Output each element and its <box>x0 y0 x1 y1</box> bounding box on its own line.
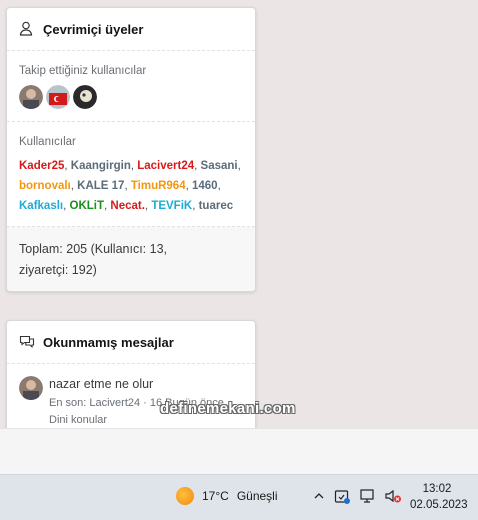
clock-time: 13:02 <box>422 483 452 495</box>
network-icon[interactable] <box>359 488 375 507</box>
security-icon[interactable] <box>334 488 350 507</box>
avatar[interactable] <box>73 85 97 109</box>
separator: , <box>217 180 221 192</box>
chevron-up-icon[interactable] <box>313 490 325 505</box>
users-section: Kullanıcılar Kader25, Kaangirgin, Lacive… <box>7 122 255 227</box>
unread-messages-title: Okunmamış mesajlar <box>43 334 174 350</box>
unread-messages-header: Okunmamış mesajlar <box>7 321 255 364</box>
user-link[interactable]: tuarec <box>199 200 234 212</box>
chat-icon <box>19 334 35 350</box>
user-link[interactable]: bornovalı <box>19 180 71 192</box>
thread-title[interactable]: nazar etme ne olur <box>49 377 224 391</box>
temperature: 17°C <box>202 489 229 503</box>
avatar[interactable] <box>46 85 70 109</box>
followed-users-section: Takip ettiğiniz kullanıcılar <box>7 51 255 122</box>
online-members-card: Çevrimiçi üyeler Takip ettiğiniz kullanı… <box>6 7 256 292</box>
watermark: definemekani.com <box>160 400 296 417</box>
user-link[interactable]: KALE 17 <box>77 180 124 192</box>
online-users-list: Kader25, Kaangirgin, Lacivert24, Sasani,… <box>19 156 243 216</box>
user-icon <box>19 21 35 37</box>
clock-date: 02.05.2023 <box>410 499 468 511</box>
sun-icon <box>176 487 194 505</box>
taskbar: 17°C Güneşli 13:02 02.05.2023 <box>0 474 478 520</box>
online-total-line1: Toplam: 205 (Kullanıcı: 13, <box>19 242 167 256</box>
avatar[interactable] <box>19 85 43 109</box>
user-link[interactable]: Kafkaslı <box>19 200 63 212</box>
user-link[interactable]: Kaangirgin <box>71 160 131 172</box>
user-link[interactable]: TimuR964 <box>131 180 186 192</box>
user-link[interactable]: OKLiT <box>70 200 105 212</box>
weather-condition: Güneşli <box>236 489 278 503</box>
user-link[interactable]: Necat. <box>110 200 145 212</box>
volume-muted-icon[interactable] <box>384 488 402 507</box>
followed-users-label: Takip ettiğiniz kullanıcılar <box>19 65 147 77</box>
user-link[interactable]: TEVFiK <box>151 200 192 212</box>
weather-widget[interactable]: 17°C Güneşli <box>176 487 278 505</box>
user-link[interactable]: 1460 <box>192 180 218 192</box>
user-link[interactable]: Lacivert24 <box>137 160 194 172</box>
avatar[interactable] <box>19 376 43 400</box>
separator: , <box>237 160 241 172</box>
online-total: Toplam: 205 (Kullanıcı: 13, ziyaretçi: 1… <box>7 227 255 291</box>
clock[interactable]: 13:02 02.05.2023 <box>410 481 468 513</box>
bottom-panel <box>0 428 478 475</box>
user-link[interactable]: Kader25 <box>19 160 64 172</box>
users-label: Kullanıcılar <box>19 136 76 148</box>
user-link[interactable]: Sasani <box>201 160 238 172</box>
online-total-line2: ziyaretçi: 192) <box>19 263 97 277</box>
online-members-title: Çevrimiçi üyeler <box>43 21 144 37</box>
online-members-header: Çevrimiçi üyeler <box>7 8 255 51</box>
